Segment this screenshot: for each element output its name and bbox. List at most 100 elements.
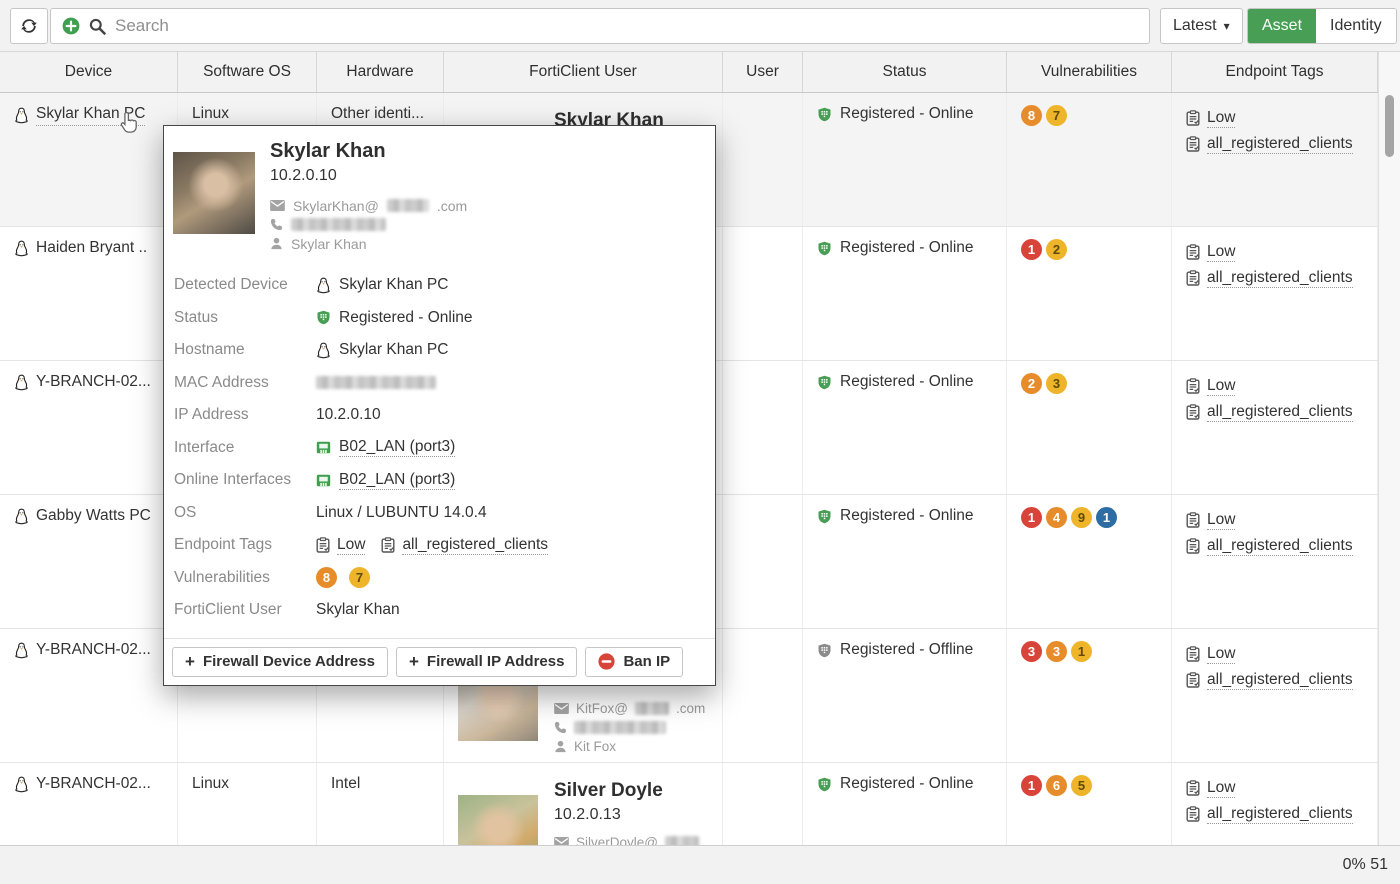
tag-icon (1186, 672, 1200, 688)
device-link[interactable]: Y-BRANCH-02... (36, 373, 151, 391)
endpoint-tag[interactable]: all_registered_clients (381, 536, 548, 555)
email-icon (554, 703, 569, 714)
endpoint-tag-label: Low (1207, 243, 1235, 262)
endpoint-tag[interactable]: Low (1186, 507, 1367, 533)
endpoint-tag[interactable]: Low (1186, 239, 1367, 265)
vulnerability-badge: 1 (1021, 507, 1042, 528)
device-link[interactable]: Skylar Khan PC (36, 105, 145, 126)
popup-field: Detected DeviceSkylar Khan PC (174, 269, 705, 302)
vulnerability-badge: 8 (316, 567, 337, 588)
device-link[interactable]: Gabby Watts PC (36, 507, 151, 525)
endpoint-tag[interactable]: Low (1186, 641, 1367, 667)
field-value-text[interactable]: B02_LAN (port3) (339, 438, 455, 457)
tab-asset[interactable]: Asset (1248, 9, 1316, 43)
user-cell (723, 629, 803, 762)
table-row: Y-BRANCH-02...LinuxIntelSilver Doyle10.2… (0, 763, 1378, 845)
email-text: KitFox@ (576, 701, 628, 716)
person-line: Skylar Khan (270, 234, 467, 253)
refresh-button[interactable] (10, 8, 48, 44)
latest-dropdown[interactable]: Latest ▾ (1160, 8, 1243, 44)
person-name: Kit Fox (574, 739, 616, 754)
endpoint-tags-cell: Low all_registered_clients (1172, 629, 1378, 762)
vulnerability-badge: 9 (1071, 507, 1092, 528)
vulnerability-badge: 5 (1071, 775, 1092, 796)
status-text: Registered - Online (840, 373, 974, 391)
vertical-scrollbar[interactable] (1378, 52, 1400, 845)
endpoint-tag-label: Low (1207, 645, 1235, 664)
forticlient-user-cell: Silver Doyle10.2.0.13SilverDoyle@ (444, 763, 723, 845)
linux-icon (316, 342, 331, 359)
field-label: MAC Address (174, 374, 316, 392)
status-cell: Registered - Online (803, 227, 1007, 360)
column-header-forticlient-user[interactable]: FortiClient User (444, 52, 723, 92)
plus-icon: + (409, 653, 419, 670)
vulnerability-badge: 8 (1021, 105, 1042, 126)
ban-ip-button[interactable]: Ban IP (585, 647, 683, 677)
endpoint-tag-label: Low (1207, 779, 1235, 798)
popup-field: Online Interfaces B02_LAN (port3) (174, 464, 705, 497)
vulnerability-badge: 2 (1021, 373, 1042, 394)
popup-field: InterfaceB02_LAN (port3) (174, 432, 705, 465)
tag-icon (1186, 806, 1200, 822)
add-filter-icon[interactable] (62, 17, 80, 35)
popup-field: IP Address10.2.0.10 (174, 399, 705, 432)
person-line: Kit Fox (554, 737, 705, 756)
popup-field: FortiClient UserSkylar Khan (174, 594, 705, 627)
endpoint-tag-label: all_registered_clients (1207, 671, 1353, 690)
latest-label: Latest (1173, 17, 1217, 35)
endpoint-tag[interactable]: Low (1186, 775, 1367, 801)
column-header-status[interactable]: Status (803, 52, 1007, 92)
field-value-text[interactable]: B02_LAN (port3) (339, 471, 455, 490)
scrollbar-thumb[interactable] (1385, 95, 1394, 157)
status-bar-text: 0% 51 (1343, 856, 1388, 874)
endpoint-tag[interactable]: Low (1186, 373, 1367, 399)
field-value-text: Registered - Online (339, 309, 473, 327)
vulnerability-badge: 7 (1046, 105, 1067, 126)
linux-icon (14, 642, 29, 659)
forticlient-user-ip: 10.2.0.13 (554, 803, 699, 826)
field-value: Linux / LUBUNTU 14.0.4 (316, 504, 487, 522)
vulnerabilities-cell: 87 (1007, 93, 1172, 226)
column-header-software-os[interactable]: Software OS (178, 52, 317, 92)
linux-icon (14, 508, 29, 525)
device-link[interactable]: Haiden Bryant .. (36, 239, 147, 257)
endpoint-tag-label: Low (1207, 511, 1235, 530)
tab-identity[interactable]: Identity (1316, 9, 1396, 43)
endpoint-tag[interactable]: Low (316, 536, 365, 555)
status-bar: 0% 51 (0, 845, 1400, 884)
column-header-device[interactable]: Device (0, 52, 178, 92)
shield-online-icon (817, 107, 832, 122)
field-label: Online Interfaces (174, 471, 316, 489)
field-label: Vulnerabilities (174, 569, 316, 587)
device-link[interactable]: Y-BRANCH-02... (36, 641, 151, 659)
endpoint-tag[interactable]: all_registered_clients (1186, 265, 1367, 291)
column-header-vulnerabilities[interactable]: Vulnerabilities (1007, 52, 1172, 92)
endpoint-tag[interactable]: all_registered_clients (1186, 801, 1367, 827)
endpoint-tag[interactable]: all_registered_clients (1186, 667, 1367, 693)
column-header-hardware[interactable]: Hardware (317, 52, 444, 92)
field-label: Endpoint Tags (174, 536, 316, 554)
device-cell: Y-BRANCH-02... (0, 361, 178, 494)
column-header-user[interactable]: User (723, 52, 803, 92)
button-label: Firewall IP Address (427, 653, 565, 670)
shield-offline-icon (817, 643, 832, 658)
status-cell: Registered - Online (803, 495, 1007, 628)
vulnerability-badge: 1 (1096, 507, 1117, 528)
vulnerability-badge: 1 (1071, 641, 1092, 662)
endpoint-tag[interactable]: all_registered_clients (1186, 131, 1367, 157)
popup-field: HostnameSkylar Khan PC (174, 334, 705, 367)
device-link[interactable]: Y-BRANCH-02... (36, 775, 151, 793)
firewall-ip-address-button[interactable]: + Firewall IP Address (396, 647, 578, 677)
search-input[interactable] (115, 16, 1149, 36)
firewall-device-address-button[interactable]: +Firewall Device Address (172, 647, 388, 677)
endpoint-tag[interactable]: all_registered_clients (1186, 533, 1367, 559)
popup-ip: 10.2.0.10 (270, 164, 467, 187)
email-icon (270, 200, 285, 211)
endpoint-tag[interactable]: Low (1186, 105, 1367, 131)
endpoint-tag[interactable]: all_registered_clients (1186, 399, 1367, 425)
popup-field: MAC Address (174, 367, 705, 400)
toolbar: Latest ▾ Asset Identity (0, 0, 1400, 52)
column-header-endpoint-tags[interactable]: Endpoint Tags (1172, 52, 1378, 92)
ban-icon (598, 653, 615, 670)
field-value (316, 376, 436, 389)
